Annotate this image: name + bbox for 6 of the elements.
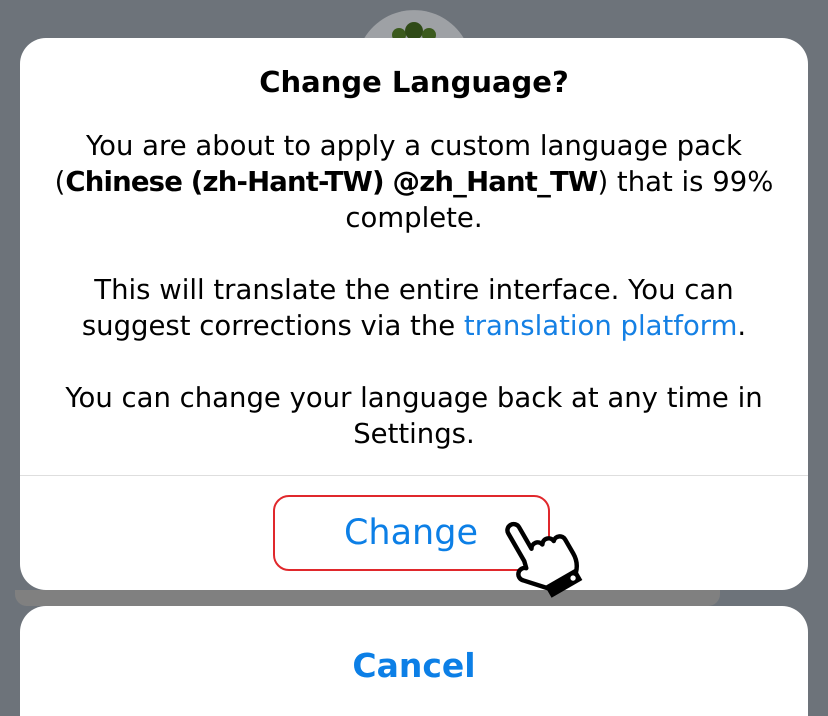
dialog-message: This will translate the entire interface. You can suggest corrections via the translation platform. bbox=[80, 273, 748, 344]
dialog-message: You are about to apply a custom language pack (Chinese (zh-Hant-TW) @zh_Hant_TW) that is 99% complete. bbox=[54, 129, 774, 236]
dialog-title: Change Language? bbox=[258, 64, 570, 101]
text-link[interactable]: translation platform bbox=[464, 310, 738, 342]
cancel-button[interactable]: Cancel bbox=[20, 606, 808, 716]
dialog-message: You can change your language back at any time in Settings. bbox=[64, 381, 764, 452]
